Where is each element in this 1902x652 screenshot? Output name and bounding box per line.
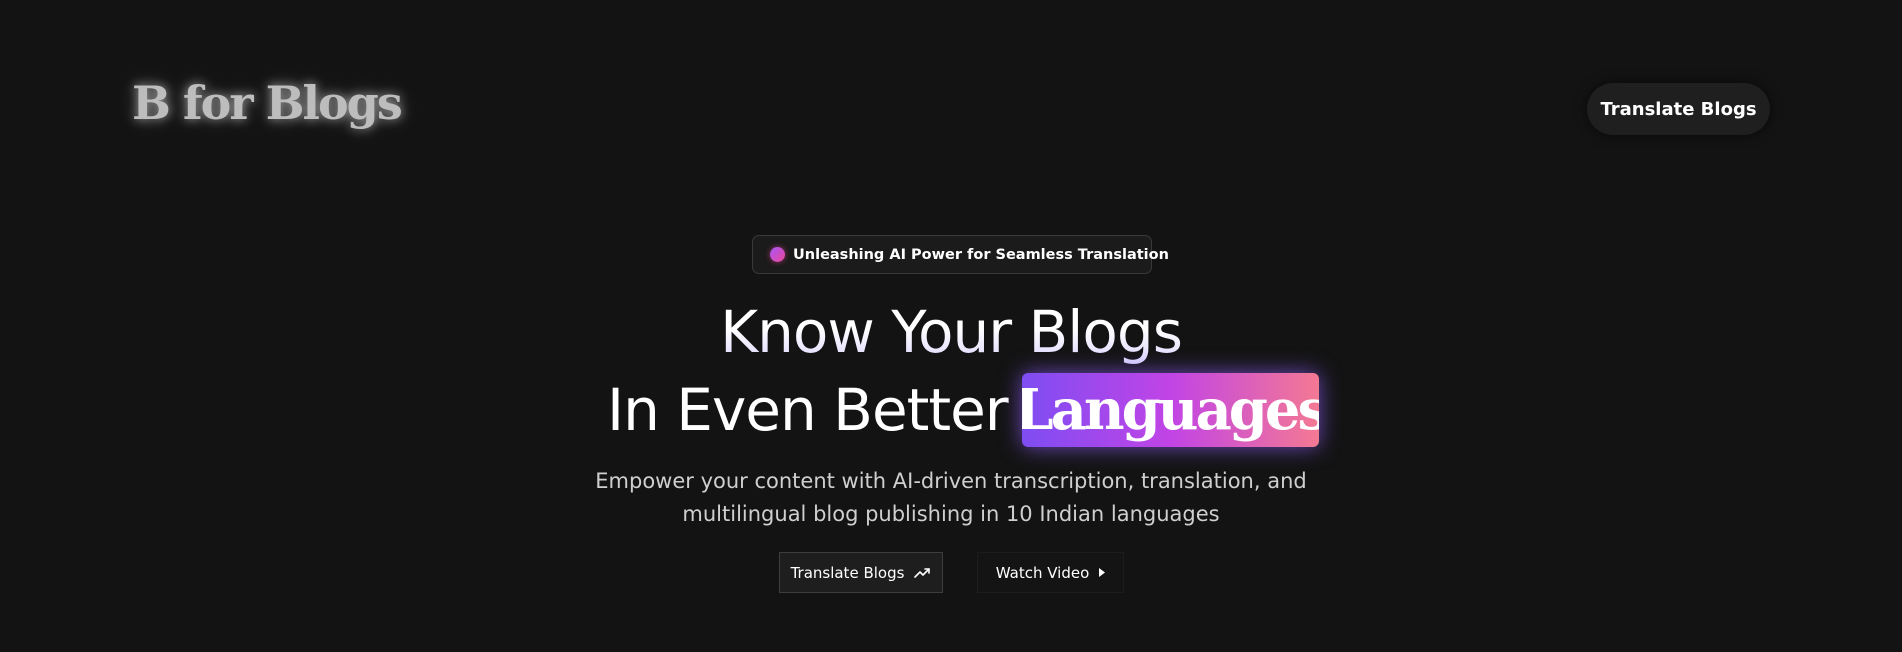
- badge-text: Unleashing AI Power for Seamless Transla…: [793, 246, 1169, 263]
- site-logo[interactable]: B for Blogs: [132, 76, 403, 130]
- translate-blogs-button-label: Translate Blogs: [790, 563, 905, 582]
- landing-page: B for Blogs Translate Blogs Unleashing A…: [0, 0, 1902, 652]
- headline-line-1: Know Your Blogs: [0, 296, 1902, 368]
- watch-video-button[interactable]: Watch Video: [977, 552, 1124, 593]
- hero-badge: Unleashing AI Power for Seamless Transla…: [752, 235, 1169, 274]
- translate-blogs-button[interactable]: Translate Blogs: [779, 552, 943, 593]
- watch-video-button-label: Watch Video: [995, 563, 1090, 582]
- headline-line-1-text: Know Your Blogs: [720, 298, 1183, 366]
- hero-subtitle: Empower your content with AI-driven tran…: [560, 465, 1342, 531]
- gradient-dot-icon: [770, 247, 785, 262]
- subtitle-line-2: multilingual blog publishing in 10 India…: [682, 502, 1220, 526]
- headline-line-2-text: In Even Better: [607, 376, 1009, 444]
- header-translate-blogs-button[interactable]: Translate Blogs: [1587, 83, 1770, 135]
- headline-line-2: In Even Better Languages: [607, 372, 1319, 448]
- trending-up-icon: [914, 567, 931, 578]
- play-triangle-icon: [1099, 568, 1106, 577]
- headline-highlight: Languages: [1021, 373, 1319, 447]
- subtitle-line-1: Empower your content with AI-driven tran…: [595, 469, 1307, 493]
